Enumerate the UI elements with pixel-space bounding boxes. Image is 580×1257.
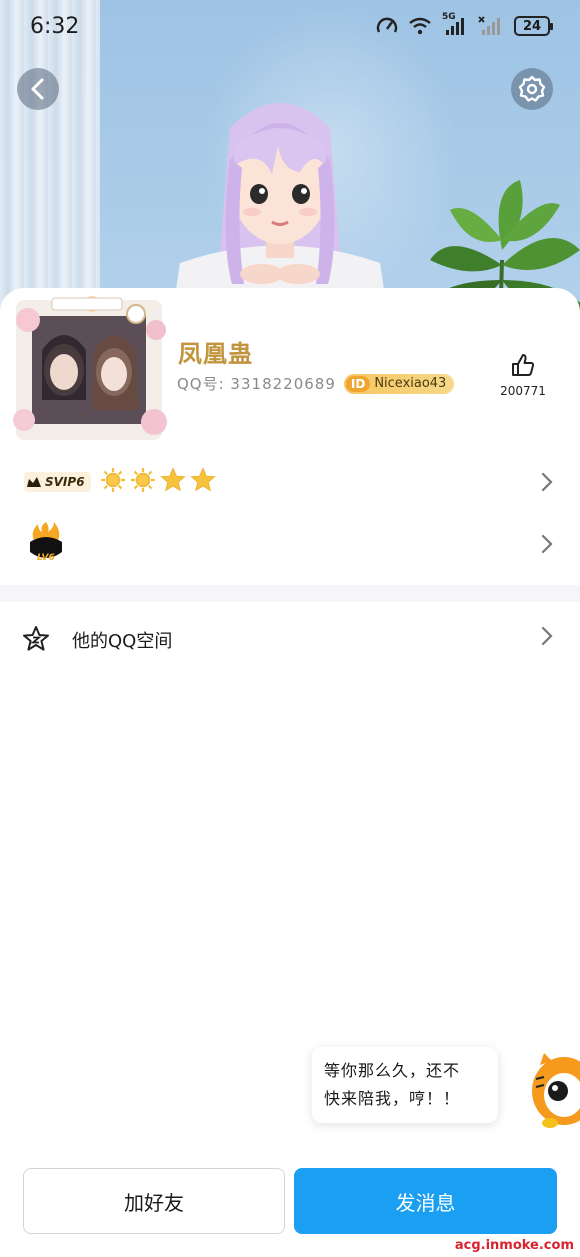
signal-5g-icon: 5G [442, 12, 468, 36]
status-bar: 6:32 5G 24 [0, 0, 580, 56]
back-button[interactable] [17, 68, 59, 110]
game-level-row[interactable] [0, 520, 580, 568]
settings-button[interactable] [511, 68, 553, 110]
qzone-label: 他的QQ空间 [72, 631, 173, 652]
thumbs-up-icon [512, 354, 535, 376]
custom-id-badge[interactable]: ID Nicexiao43 [343, 373, 455, 394]
send-message-button[interactable]: 发消息 [294, 1168, 557, 1234]
id-mark: ID [345, 375, 371, 392]
battery-indicator: 24 [514, 16, 553, 36]
chevron-right-icon [541, 626, 553, 646]
qq-number: QQ号: 3318220689 [177, 375, 336, 393]
sun-icon [101, 468, 125, 492]
sun-icon [131, 468, 155, 492]
svip-badge: SVIP6 [24, 472, 91, 492]
bubble-line-1: 等你那么久，还不 [324, 1061, 461, 1080]
lv-badge: LV6 [28, 520, 64, 566]
like-button[interactable]: 200771 [498, 352, 548, 398]
crown-icon [27, 477, 41, 487]
level-icons [100, 467, 216, 493]
chevron-right-icon [541, 472, 553, 492]
mascot-speech-bubble[interactable]: 等你那么久，还不 快来陪我，哼！！ [312, 1047, 498, 1123]
watermark: acg.inmoke.com [450, 1238, 578, 1253]
wifi-icon [408, 17, 432, 35]
section-divider [0, 585, 580, 602]
lv-badge-label: LV6 [37, 553, 55, 563]
status-time: 6:32 [30, 14, 80, 39]
add-friend-button[interactable]: 加好友 [23, 1168, 285, 1234]
nickname: 凤凰蛊 [178, 340, 253, 368]
signal-no-service-icon [478, 16, 504, 36]
chevron-left-icon [31, 78, 44, 100]
star-icon [190, 467, 216, 492]
qzone-star-icon [23, 626, 49, 651]
custom-id-value: Nicexiao43 [374, 376, 447, 391]
gear-icon [518, 75, 546, 102]
speed-icon [376, 16, 398, 36]
star-icon [160, 467, 186, 492]
like-count: 200771 [500, 384, 546, 398]
network-label: 5G [442, 12, 456, 22]
profile-avatar[interactable] [6, 290, 172, 450]
svip-label: SVIP6 [45, 475, 85, 489]
bubble-line-2: 快来陪我，哼！！ [324, 1089, 461, 1108]
account-info-row: QQ号: 3318220689 ID Nicexiao43 [177, 373, 455, 394]
chevron-right-icon [541, 534, 553, 554]
tiger-mascot-icon[interactable] [530, 1035, 580, 1135]
qzone-row[interactable]: 他的QQ空间 [0, 603, 580, 669]
